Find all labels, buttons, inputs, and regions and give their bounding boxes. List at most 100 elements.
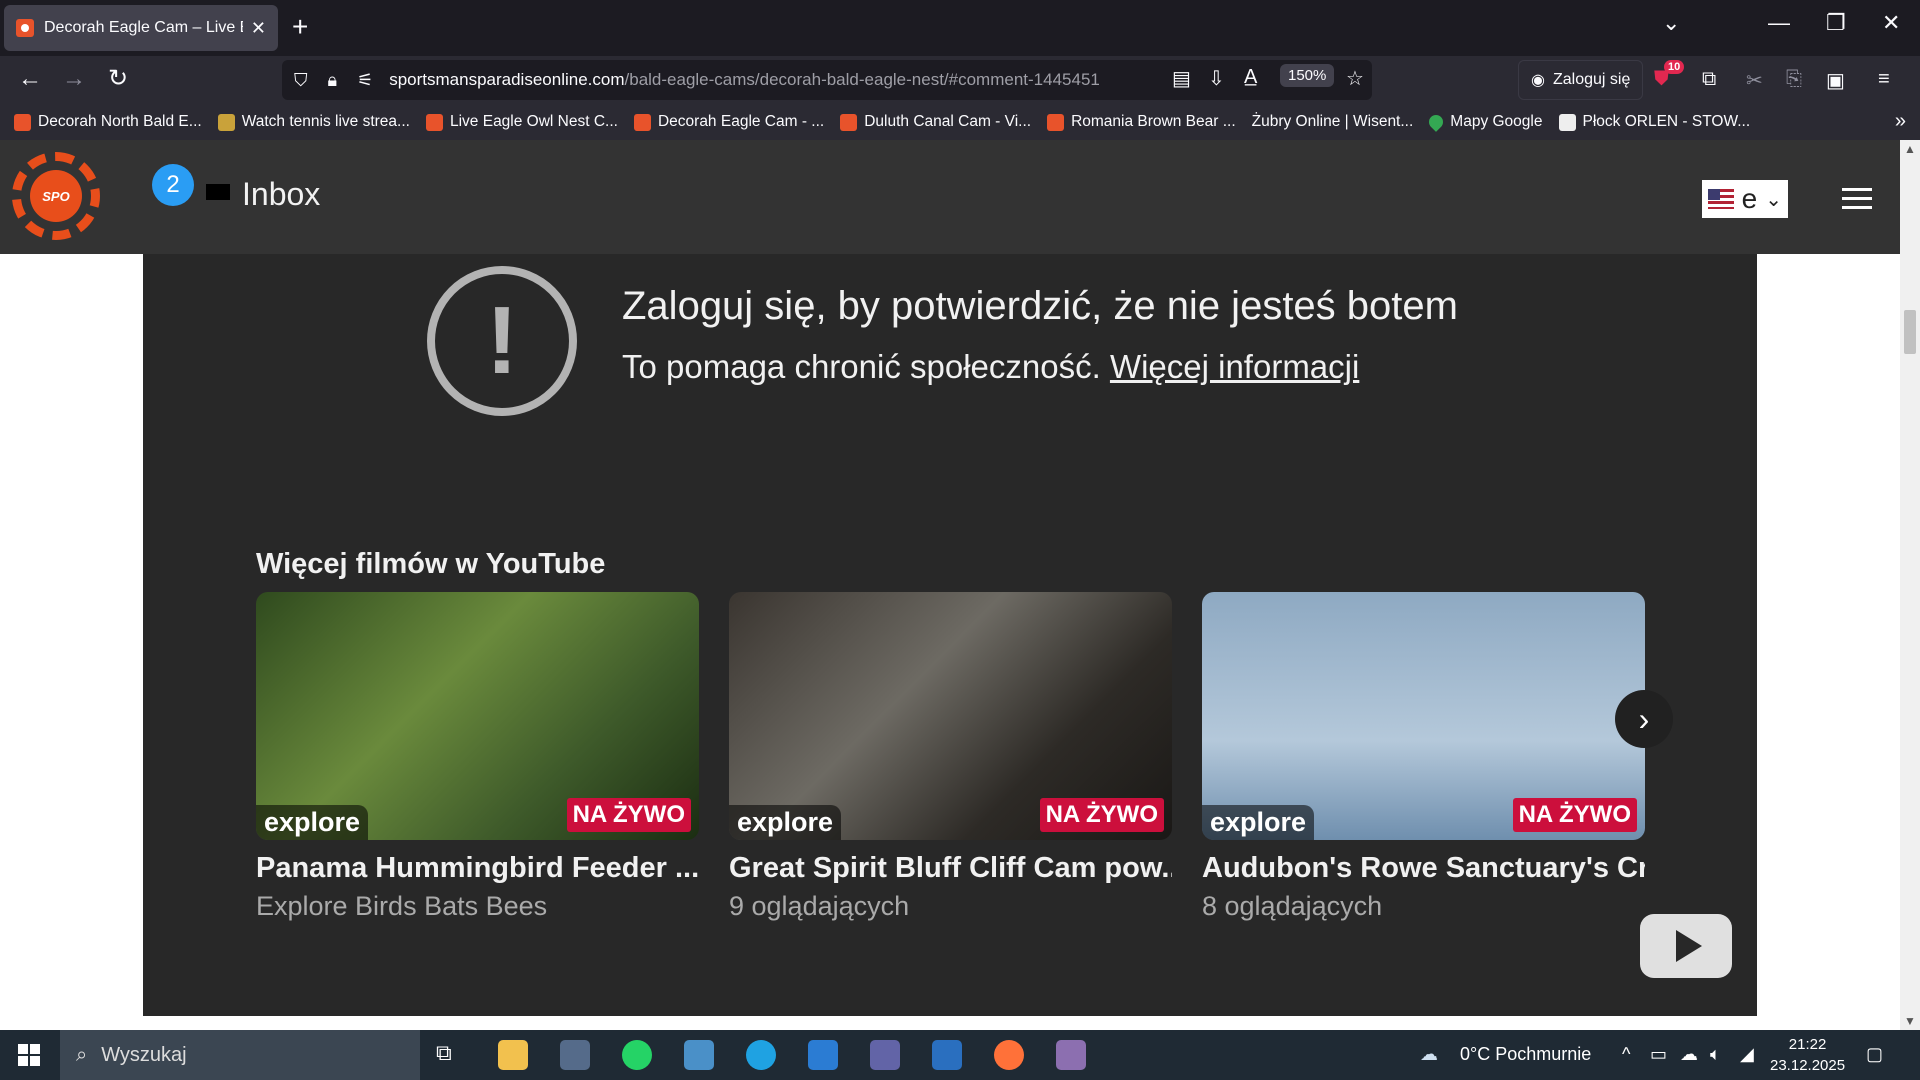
video-thumbnail[interactable]: explore NA ŻYWO: [1202, 592, 1645, 840]
bookmark-item[interactable]: Romania Brown Bear ...: [1047, 113, 1236, 131]
forward-icon[interactable]: →: [62, 64, 86, 94]
maps-pin-icon: [1426, 112, 1447, 132]
more-videos-title: Więcej filmów w YouTube: [256, 548, 606, 580]
task-view-icon[interactable]: ⧉: [436, 1040, 466, 1070]
account-icon: ◉: [1531, 72, 1545, 89]
bookmark-item[interactable]: Decorah Eagle Cam - ...: [633, 113, 824, 131]
restore-icon[interactable]: ❐: [1826, 10, 1846, 36]
language-select[interactable]: e ⌄: [1702, 180, 1788, 218]
language-label: e: [1741, 183, 1758, 214]
tray-expand-icon[interactable]: ^: [1622, 1044, 1630, 1065]
page-content: SPO 2 Inbox e ⌄ ! Zaloguj się, by potwie…: [0, 140, 1900, 1030]
us-flag-icon: [1708, 189, 1734, 209]
bookmark-item[interactable]: Duluth Canal Cam - Vi...: [840, 113, 1031, 131]
close-window-icon[interactable]: ✕: [1882, 10, 1900, 36]
scrollbar-thumb[interactable]: [1904, 310, 1916, 354]
weather-cloud-icon: ☁: [1420, 1044, 1438, 1064]
taskbar-clock[interactable]: 21:22 23.12.2025: [1770, 1034, 1845, 1076]
bookmark-item[interactable]: Live Eagle Owl Nest C...: [425, 113, 618, 131]
whatsapp-icon[interactable]: [622, 1040, 652, 1070]
game-app-icon[interactable]: [1056, 1040, 1086, 1070]
bookmark-item[interactable]: Płock ORLEN - STOW...: [1558, 113, 1750, 131]
tennis-favicon-icon: [217, 113, 235, 131]
reload-icon[interactable]: ↻: [108, 64, 128, 94]
edge-icon[interactable]: [746, 1040, 776, 1070]
notifications-icon[interactable]: ▢: [1866, 1044, 1883, 1065]
youtube-logo-icon[interactable]: [1640, 914, 1732, 978]
bookmark-star-icon[interactable]: ☆: [1346, 66, 1364, 91]
inbox-link[interactable]: Inbox: [242, 176, 320, 213]
bookmark-favicon-icon: [1047, 113, 1065, 131]
video-title[interactable]: Great Spirit Bluff Cliff Cam pow...: [729, 852, 1172, 885]
start-windows-icon[interactable]: [18, 1044, 40, 1066]
remote-desktop-icon[interactable]: [684, 1040, 714, 1070]
next-videos-button[interactable]: ›: [1615, 690, 1673, 748]
teams-icon[interactable]: [870, 1040, 900, 1070]
video-thumbnail[interactable]: explore NA ŻYWO: [729, 592, 1172, 840]
extensions-icon[interactable]: ⧉: [1702, 68, 1716, 91]
close-tab-icon[interactable]: ✕: [251, 18, 266, 39]
bookmark-item[interactable]: Żubry Online | Wisent...: [143, 113, 1413, 235]
notification-count-badge[interactable]: 2: [152, 164, 194, 206]
scroll-up-icon[interactable]: ▲: [1904, 142, 1916, 156]
shield-icon[interactable]: ⛉: [294, 70, 308, 91]
video-title[interactable]: Panama Hummingbird Feeder ...: [256, 852, 699, 885]
explore-watermark: explore: [256, 805, 369, 840]
site-logo[interactable]: SPO: [12, 152, 100, 240]
file-explorer-icon[interactable]: [498, 1040, 528, 1070]
bookmark-favicon-icon: [840, 113, 858, 131]
battery-icon[interactable]: ▭: [1650, 1044, 1667, 1065]
bookmark-item[interactable]: Watch tennis live strea...: [217, 113, 410, 131]
menu-icon[interactable]: ≡: [1878, 68, 1890, 91]
taskbar-search[interactable]: ⌕ Wyszukaj: [60, 1030, 420, 1080]
back-icon[interactable]: ←: [18, 64, 42, 94]
bookmark-favicon-icon: [633, 113, 651, 131]
video-card[interactable]: explore NA ŻYWO Panama Hummingbird Feede…: [256, 592, 699, 922]
app-icon[interactable]: [560, 1040, 590, 1070]
explore-watermark: explore: [729, 805, 842, 840]
zoom-level[interactable]: 150%: [1280, 64, 1335, 87]
onedrive-icon[interactable]: ☁: [1680, 1044, 1698, 1065]
weather-text[interactable]: 0°C Pochmurnie: [1460, 1044, 1591, 1065]
copy-icon[interactable]: ⎘: [1786, 68, 1802, 91]
reader-view-icon[interactable]: ▤: [1172, 66, 1191, 91]
site-menu-button[interactable]: [1842, 188, 1872, 215]
video-title[interactable]: Audubon's Rowe Sanctuary's Cr...: [1202, 852, 1645, 885]
tab-strip: Decorah Eagle Cam – Live Bald E ✕ + ⌄ — …: [0, 0, 1920, 56]
tab-title: Decorah Eagle Cam – Live Bald E: [44, 19, 243, 36]
list-tabs-icon[interactable]: ⌄: [1662, 10, 1680, 36]
outlook-icon[interactable]: [808, 1040, 838, 1070]
video-thumbnail[interactable]: explore NA ŻYWO: [256, 592, 699, 840]
clock-date: 23.12.2025: [1770, 1057, 1846, 1074]
site-favicon-icon: [16, 19, 34, 37]
network-icon[interactable]: ◢: [1740, 1044, 1754, 1065]
more-info-link[interactable]: Więcej informacji: [1110, 348, 1359, 385]
permissions-icon[interactable]: ⚟: [357, 70, 373, 91]
tab-decorah[interactable]: Decorah Eagle Cam – Live Bald E ✕: [4, 5, 278, 51]
clock-time: 21:22: [1788, 1036, 1827, 1053]
volume-icon[interactable]: 🔈︎: [1710, 1044, 1721, 1065]
minimize-icon[interactable]: —: [1768, 10, 1790, 36]
save-page-icon[interactable]: ⇩: [1208, 66, 1225, 91]
mail-icon[interactable]: [932, 1040, 962, 1070]
chevron-down-icon: ⌄: [1765, 188, 1782, 211]
more-bookmarks-icon[interactable]: »: [1895, 110, 1906, 133]
live-badge: NA ŻYWO: [566, 798, 691, 832]
video-subtitle: 9 oglądających: [729, 891, 910, 921]
bookmark-favicon-icon: [14, 113, 31, 131]
video-card[interactable]: explore NA ŻYWO Audubon's Rowe Sanctuary…: [1202, 592, 1645, 922]
bookmark-item[interactable]: Decorah North Bald E...: [14, 113, 202, 131]
bookmark-item[interactable]: Mapy Google: [1426, 112, 1543, 132]
translate-icon[interactable]: A̲: [1244, 66, 1257, 89]
account-login-label: Zaloguj się: [1552, 71, 1631, 88]
paste-icon[interactable]: ▣: [1826, 68, 1845, 93]
scroll-down-icon[interactable]: ▼: [1904, 1014, 1916, 1028]
new-tab-button[interactable]: +: [292, 12, 308, 42]
video-card[interactable]: explore NA ŻYWO Great Spirit Bluff Cliff…: [729, 592, 1172, 922]
firefox-icon[interactable]: [994, 1040, 1024, 1070]
cut-icon[interactable]: ✂: [1746, 68, 1763, 93]
account-login-button[interactable]: ◉ Zaloguj się: [1518, 60, 1644, 100]
lock-icon[interactable]: 🔒︎: [328, 70, 338, 91]
page-scrollbar[interactable]: ▲ ▼: [1900, 140, 1920, 1030]
url-path: /bald-eagle-cams/decorah-bald-eagle-nest…: [624, 70, 1100, 89]
